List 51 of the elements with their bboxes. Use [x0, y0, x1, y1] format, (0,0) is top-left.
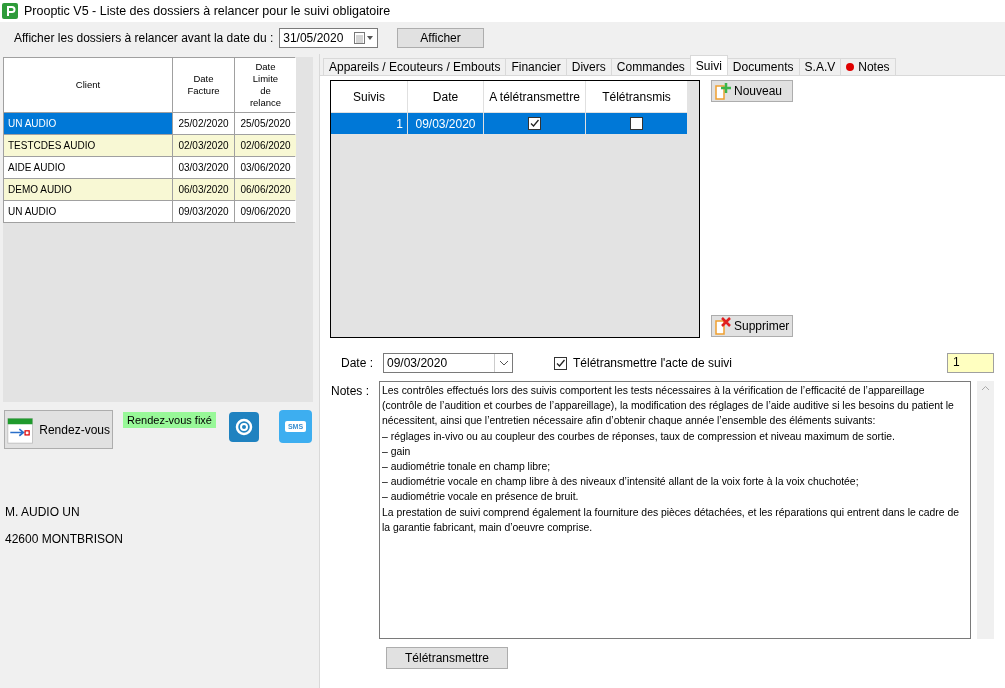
- tab[interactable]: Notes: [840, 58, 896, 75]
- table-cell: 25/05/2020: [235, 113, 296, 134]
- table-cell[interactable]: 1: [331, 113, 407, 134]
- tab[interactable]: Suivi: [689, 55, 728, 75]
- table-cell: 09/03/2020: [408, 113, 483, 134]
- teletransmit-button[interactable]: Télétransmettre: [386, 647, 509, 669]
- checkbox-label: Télétransmettre l'acte de suivi: [573, 356, 733, 370]
- delete-document-icon: [715, 317, 731, 335]
- tab[interactable]: Appareils / Ecouteurs / Embouts: [323, 58, 507, 75]
- table-cell: 06/03/2020: [173, 179, 234, 200]
- address-line: M. AUDIO UN: [5, 505, 81, 519]
- delete-button[interactable]: Supprimer: [711, 315, 794, 337]
- table-cell: 09/03/2020: [173, 201, 234, 222]
- checkbox[interactable]: [528, 117, 541, 130]
- table-cell: 02/03/2020: [173, 135, 234, 156]
- table-cell: 09/06/2020: [235, 201, 296, 222]
- table-cell: 25/02/2020: [173, 113, 234, 134]
- table-cell: 03/03/2020: [173, 157, 234, 178]
- client-cell[interactable]: UN AUDIO: [4, 113, 172, 134]
- client-cell[interactable]: UN AUDIO: [4, 201, 172, 222]
- notes-label: Notes :: [331, 384, 369, 400]
- date-label: Date :: [341, 356, 373, 370]
- date-picker[interactable]: 31/05/2020: [279, 28, 379, 48]
- checkbox[interactable]: [554, 356, 567, 370]
- date-field[interactable]: 09/03/2020: [383, 353, 513, 373]
- add-document-icon: [715, 82, 731, 100]
- calendar-dropdown-icon: [354, 32, 375, 44]
- column-header: Client: [4, 58, 172, 112]
- column-header: Suivis: [331, 81, 407, 112]
- table-cell: 02/06/2020: [235, 135, 296, 156]
- table-cell: 03/06/2020: [235, 157, 296, 178]
- window-title: Prooptic V5 - Liste des dossiers à relancer pour le suivi obligatoire: [24, 4, 391, 18]
- client-cell[interactable]: TESTCDES AUDIO: [4, 135, 172, 156]
- address-line: 42600 MONTBRISON: [5, 532, 125, 546]
- chevron-down-icon: [498, 360, 509, 366]
- appointment-status: Rendez-vous fixé: [123, 412, 216, 428]
- column-header: Télétransmis: [586, 81, 687, 112]
- column-header: Date Facture: [173, 58, 234, 112]
- client-cell[interactable]: DEMO AUDIO: [4, 179, 172, 200]
- appointment-button[interactable]: Rendez-vous: [4, 410, 113, 449]
- table-cell: 06/06/2020: [235, 179, 296, 200]
- show-button[interactable]: Afficher: [397, 28, 484, 48]
- column-header: Date Limite de relance: [235, 58, 296, 112]
- filter-label: Afficher les dossiers à relancer avant la date du :: [14, 31, 274, 45]
- column-header: Date: [408, 81, 483, 112]
- column-header: A télétransmettre: [484, 81, 585, 112]
- new-button[interactable]: Nouveau: [711, 80, 794, 102]
- notes-field[interactable]: Les contrôles effectués lors des suivis comportent les tests nécessaires à la vérification de l’efficacité de l’appareillage (contrôle de l’audition et courbes de l’appareillage), la modification des réglages de l’aide auditive si les besoins du patient le nécessitent, ainsi que l’entretien nécessaire afin d’obtenir chaque année l’ensemble des éléments suivants: – réglages in-vivo ou au coupleur des courbes de réponses, taux de compression et niveau maximum de sortie. – gain – audiométrie tonale en champ libre; – audiométrie vocale en champ libre à des niveaux d’intensité allant de la voix forte à la voix chuchotée; – audiométrie vocale en présence de bruit. La prestation de suivi comprend également la fourniture des pièces détachées, et les réparations qui entrent dans le cadre de la garantie fabricant, main d’oeuvre comprise.: [379, 381, 971, 639]
- client-cell[interactable]: AIDE AUDIO: [4, 157, 172, 178]
- checkbox[interactable]: [630, 117, 643, 130]
- counter-field[interactable]: 1: [947, 353, 994, 373]
